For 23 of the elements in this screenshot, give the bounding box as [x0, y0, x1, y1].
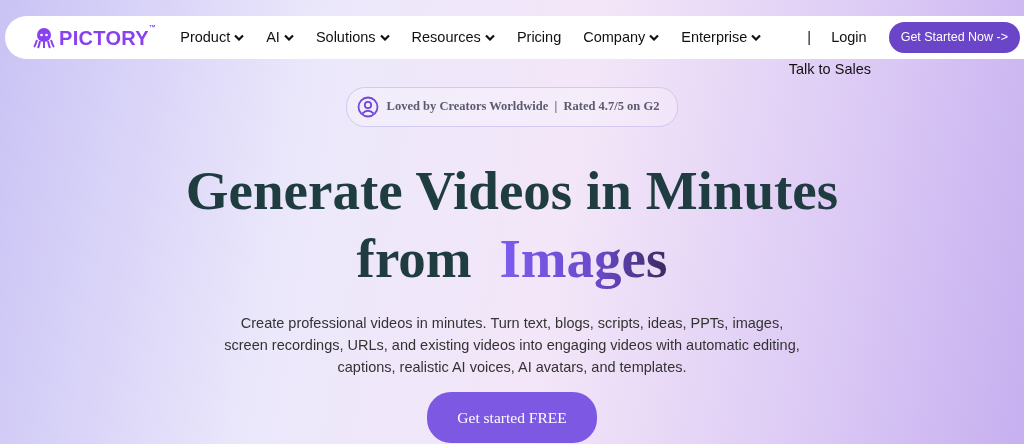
get-started-button[interactable]: Get Started Now -> — [888, 22, 1020, 53]
user-icon — [356, 95, 379, 118]
chevron-down-icon — [283, 34, 294, 41]
login-link[interactable]: Login — [831, 26, 867, 49]
chevron-down-icon — [751, 34, 762, 41]
chevron-down-icon — [379, 34, 390, 41]
separator: | — [807, 27, 812, 47]
octopus-logo-icon — [33, 26, 55, 49]
hero-description: Create professional videos in minutes. Turn text, blogs, scripts, ideas, PPTs, images, screen recordings, URLs, and existing videos into engaging videos with automatic editing, captions, realistic AI voices, AI avatars, and templates. — [223, 313, 801, 377]
nav-menu[interactable]: Company — [583, 26, 660, 49]
nav-link[interactable]: Pricing — [516, 26, 562, 49]
nav-menu[interactable]: Enterprise — [681, 26, 762, 49]
get-started-free-button[interactable]: Get started FREE — [427, 391, 597, 443]
talk-to-sales-link[interactable]: Talk to Sales — [788, 59, 871, 81]
nav-menu[interactable]: AI — [266, 26, 294, 49]
badge-text: Loved by Creators Worldwide | Rated 4.7/5 on G2 — [386, 98, 660, 116]
nav-menu[interactable]: Solutions — [315, 26, 390, 49]
nav-menu[interactable]: Product — [180, 26, 245, 49]
hero-headline: Generate Videos in Minutes from Images — [184, 158, 840, 291]
chevron-down-icon — [649, 34, 660, 41]
chevron-down-icon — [234, 34, 245, 41]
chevron-down-icon — [484, 34, 495, 41]
nav-menu[interactable]: Resources — [411, 26, 495, 49]
